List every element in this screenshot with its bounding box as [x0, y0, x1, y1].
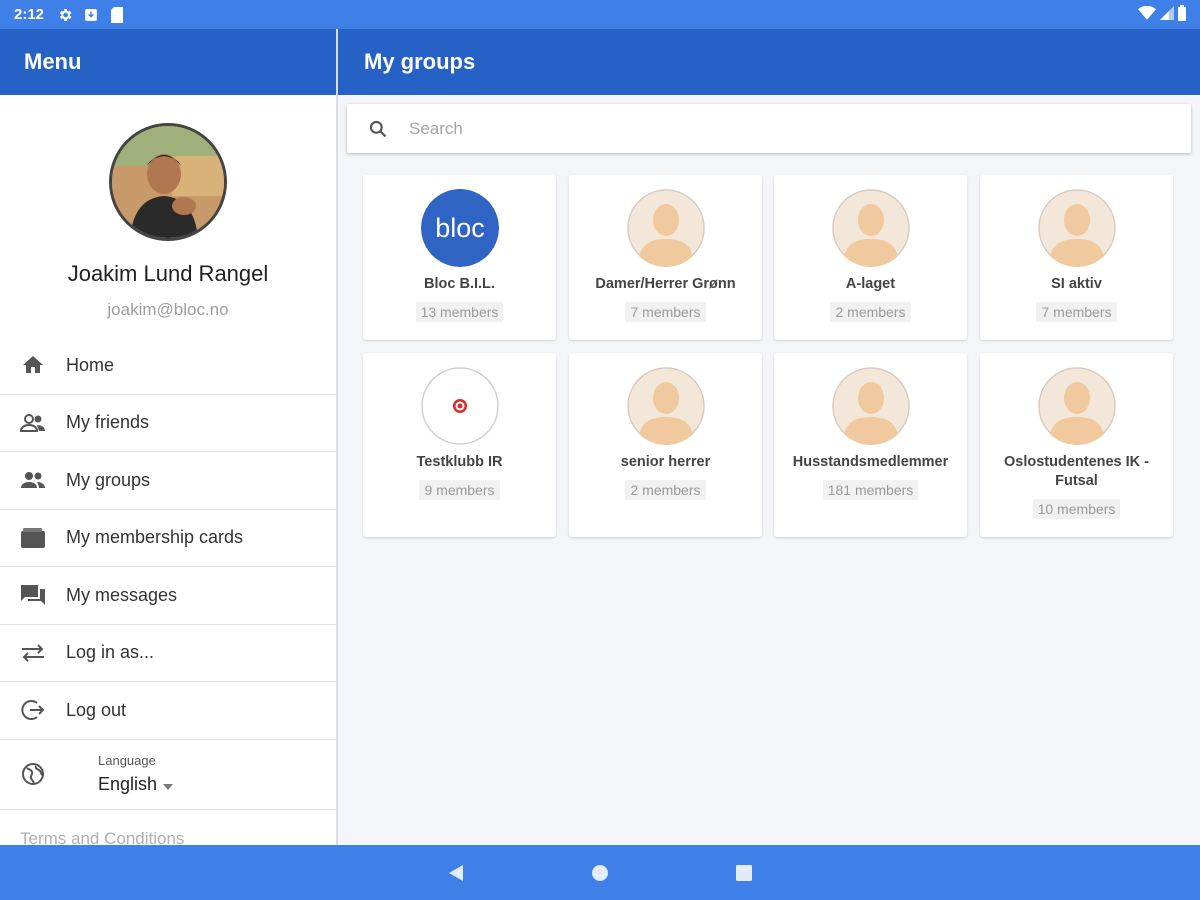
group-member-count: 7 members	[625, 302, 706, 322]
language-picker: Language English	[98, 753, 174, 795]
globe-icon	[0, 762, 66, 786]
drawer-menu: Home My friends My groups My membership …	[0, 337, 336, 810]
download-status-icon	[82, 6, 100, 24]
group-card[interactable]: bloc Bloc B.I.L. 13 members	[363, 175, 556, 340]
recents-square-icon	[736, 864, 752, 881]
back-triangle-icon	[449, 864, 463, 881]
menu-item-label: My groups	[66, 469, 151, 490]
bloc-logo-text: bloc	[435, 213, 485, 243]
group-name: Husstandsmedlemmer	[792, 454, 949, 470]
group-name: Damer/Herrer Grønn	[595, 276, 736, 292]
group-member-count: 2 members	[625, 480, 706, 500]
search-input[interactable]	[409, 118, 1109, 139]
menu-item-label: Home	[66, 354, 115, 375]
terms-link[interactable]: Terms and Conditions	[20, 829, 184, 845]
dropdown-arrow-icon	[163, 774, 174, 795]
group-card[interactable]: Oslostudentenes IK - Futsal 10 members	[980, 353, 1173, 537]
navigation-drawer: Joakim Lund Rangel joakim@bloc.no Home M…	[0, 95, 336, 845]
signal-icon	[1160, 5, 1174, 24]
avatar[interactable]	[109, 123, 227, 241]
profile-name: Joakim Lund Rangel	[67, 261, 269, 286]
menu-item-login-as[interactable]: Log in as...	[0, 625, 336, 682]
messages-icon	[0, 583, 66, 607]
bloc-logo-icon: bloc	[420, 189, 499, 267]
target-logo-icon	[420, 367, 499, 445]
menu-item-home[interactable]: Home	[0, 337, 336, 395]
group-card[interactable]: A-laget 2 members	[774, 175, 967, 340]
groups-icon	[0, 470, 66, 490]
group-name: SI aktiv	[1051, 276, 1102, 292]
group-card[interactable]: SI aktiv 7 members	[980, 175, 1173, 340]
default-person-icon	[831, 367, 910, 445]
battery-icon	[1178, 4, 1186, 25]
menu-item-groups[interactable]: My groups	[0, 452, 336, 510]
default-person-icon	[626, 367, 705, 445]
group-card[interactable]: Damer/Herrer Grønn 7 members	[569, 175, 762, 340]
search-bar	[347, 104, 1191, 153]
group-member-count: 10 members	[1032, 499, 1121, 519]
default-person-icon	[1037, 367, 1116, 445]
pane-divider	[336, 29, 338, 845]
friends-icon	[0, 411, 66, 435]
group-name: senior herrer	[620, 454, 711, 470]
search-icon	[347, 119, 409, 139]
group-member-count: 7 members	[1036, 302, 1117, 322]
menu-item-label: My messages	[66, 584, 178, 605]
home-circle-icon	[592, 864, 608, 881]
drawer-title: Menu	[24, 49, 82, 74]
language-select[interactable]: English	[98, 774, 174, 795]
menu-item-logout[interactable]: Log out	[0, 682, 336, 740]
language-value: English	[98, 774, 158, 794]
group-name: Testklubb IR	[416, 454, 503, 470]
group-card[interactable]: Husstandsmedlemmer 181 members	[774, 353, 967, 537]
group-card[interactable]: Testklubb IR 9 members	[363, 353, 556, 537]
group-member-count: 2 members	[830, 302, 911, 322]
logout-icon	[0, 698, 66, 722]
home-nav-button[interactable]	[588, 861, 612, 885]
recents-nav-button[interactable]	[732, 861, 756, 885]
group-member-count: 9 members	[419, 480, 500, 500]
menu-item-label: My membership cards	[66, 527, 244, 548]
default-person-icon	[626, 189, 705, 267]
status-time: 2:12	[14, 6, 45, 23]
system-nav-bar	[0, 845, 1200, 900]
wifi-icon	[1138, 5, 1156, 24]
back-nav-button[interactable]	[444, 861, 468, 885]
group-name: Oslostudentenes IK - Futsal	[1003, 454, 1150, 489]
profile-email: joakim@bloc.no	[107, 300, 229, 319]
group-name: A-laget	[845, 276, 896, 292]
swap-icon	[0, 642, 66, 664]
page-header: My groups	[338, 29, 1200, 95]
page-title: My groups	[364, 49, 476, 74]
menu-item-membership-cards[interactable]: My membership cards	[0, 510, 336, 567]
language-row: Language English	[0, 740, 336, 810]
group-card[interactable]: senior herrer 2 members	[569, 353, 762, 537]
menu-item-label: Log in as...	[66, 642, 155, 663]
menu-item-label: Log out	[66, 699, 127, 720]
group-member-count: 13 members	[415, 302, 504, 322]
default-person-icon	[831, 189, 910, 267]
default-person-icon	[1037, 189, 1116, 267]
status-right-icons	[1138, 4, 1186, 25]
language-caption: Language	[98, 753, 156, 768]
sdcard-status-icon	[108, 6, 126, 24]
wallet-icon	[0, 527, 66, 549]
group-name: Bloc B.I.L.	[424, 276, 495, 292]
status-bar: 2:12	[0, 0, 1200, 29]
home-icon	[0, 353, 66, 377]
drawer-header: Menu	[0, 29, 336, 95]
group-member-count: 181 members	[822, 480, 919, 500]
settings-status-icon	[56, 6, 74, 24]
menu-item-messages[interactable]: My messages	[0, 567, 336, 625]
menu-item-friends[interactable]: My friends	[0, 395, 336, 452]
menu-item-label: My friends	[66, 412, 150, 433]
